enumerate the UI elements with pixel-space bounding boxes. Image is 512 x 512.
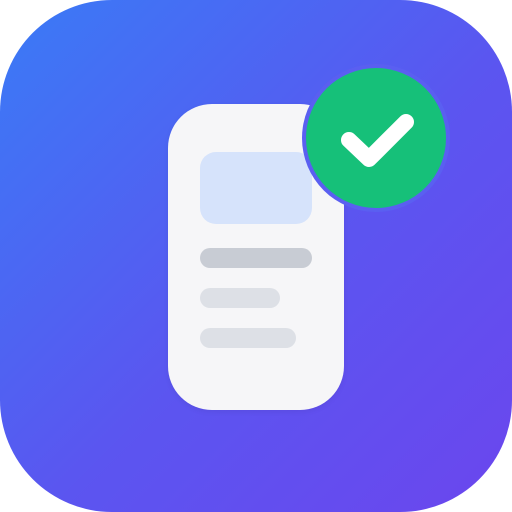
preview-image-placeholder [200,152,312,224]
check-badge [302,64,450,212]
check-circle [306,68,446,208]
check-icon [341,114,414,167]
content-line-tertiary [200,328,296,348]
app-icon[interactable] [0,0,512,512]
content-line-primary [200,248,312,268]
content-line-secondary [200,288,280,308]
